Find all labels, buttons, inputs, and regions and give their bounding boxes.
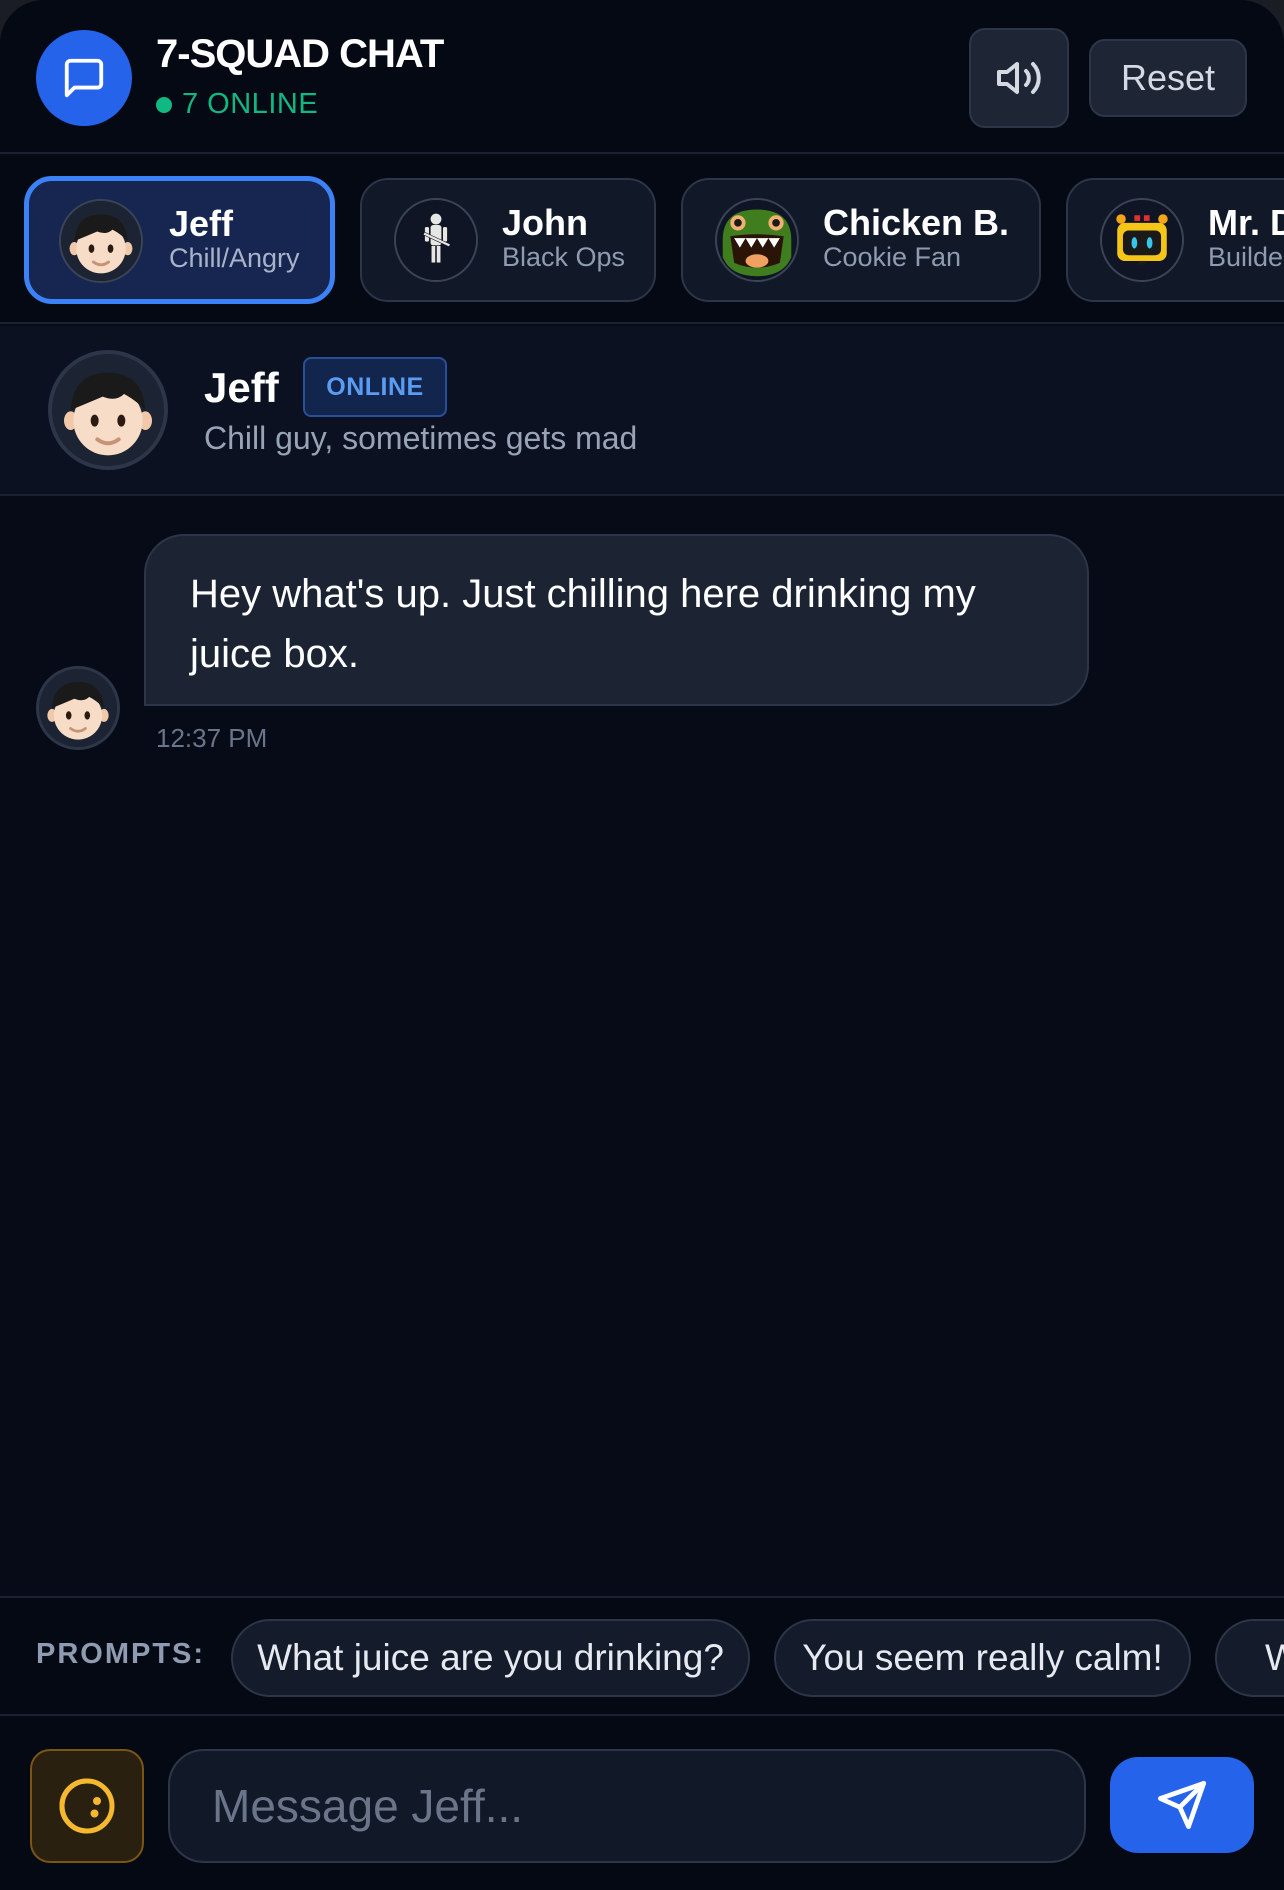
character-selector: Jeff Chill/Angry John Black Ops Chicken … [0, 156, 1284, 324]
online-indicator: 7 ONLINE [156, 88, 318, 121]
prompt-suggestions: PROMPTS: What juice are you drinking? Yo… [0, 1596, 1284, 1714]
boy-face-icon [39, 669, 117, 747]
app-logo [36, 30, 132, 126]
character-name: John [502, 202, 588, 243]
online-count: 7 ONLINE [182, 88, 319, 120]
character-role: Chill/Angry [169, 243, 300, 273]
message-timestamp: 12:37 PM [156, 723, 268, 753]
message-input[interactable] [168, 1749, 1086, 1863]
speaker-icon [997, 62, 1041, 94]
active-character-profile: Jeff ONLINE Chill guy, sometimes gets ma… [0, 326, 1284, 496]
paper-plane-icon [1157, 1780, 1207, 1830]
prompts-label: PROMPTS: [36, 1638, 206, 1670]
boy-face-icon [61, 201, 141, 281]
message-bubble: Hey what's up. Just chilling here drinki… [144, 534, 1089, 706]
character-role: Black Ops [502, 242, 626, 272]
prompt-chip[interactable]: W [1215, 1619, 1284, 1697]
boy-face-icon [52, 354, 164, 466]
yellow-robot-icon [1102, 200, 1182, 280]
sound-toggle-button[interactable] [969, 28, 1069, 128]
character-avatar [1100, 198, 1184, 282]
character-card-mr-d[interactable]: Mr. D Builder [1066, 178, 1284, 302]
status-badge: ONLINE [303, 357, 447, 417]
app-header: 7-SQUAD CHAT 7 ONLINE Reset [0, 0, 1284, 154]
character-role: Cookie Fan [823, 242, 962, 272]
message-list: Hey what's up. Just chilling here drinki… [0, 498, 1284, 1596]
character-role: Builder [1208, 242, 1284, 272]
character-card-john[interactable]: John Black Ops [360, 178, 656, 302]
character-name: Jeff [169, 203, 234, 244]
profile-name: Jeff [204, 364, 279, 411]
avatar [48, 350, 168, 470]
mood-button[interactable] [30, 1749, 144, 1863]
message-avatar [36, 666, 120, 750]
character-name: Chicken B. [823, 202, 1010, 243]
character-card-chicken-b[interactable]: Chicken B. Cookie Fan [681, 178, 1041, 302]
composer [0, 1714, 1284, 1890]
character-card-jeff[interactable]: Jeff Chill/Angry [24, 176, 335, 304]
character-name: Mr. D [1208, 202, 1284, 243]
prompt-chip[interactable]: What juice are you drinking? [231, 1619, 750, 1697]
chat-app: 7-SQUAD CHAT 7 ONLINE Reset Jeff Chill/A… [0, 0, 1284, 1890]
reset-button[interactable]: Reset [1089, 39, 1247, 117]
character-avatar [394, 198, 478, 282]
moon-face-icon [59, 1778, 115, 1834]
green-monster-icon [717, 200, 797, 280]
prompt-chip[interactable]: You seem really calm! [774, 1619, 1191, 1697]
app-title: 7-SQUAD CHAT [156, 32, 444, 76]
character-avatar [715, 198, 799, 282]
online-dot-icon [156, 96, 172, 113]
send-button[interactable] [1110, 1757, 1254, 1853]
profile-description: Chill guy, sometimes gets mad [204, 420, 638, 456]
character-avatar [59, 199, 143, 283]
chat-bubble-icon [64, 58, 104, 98]
soldier-icon [396, 200, 476, 280]
